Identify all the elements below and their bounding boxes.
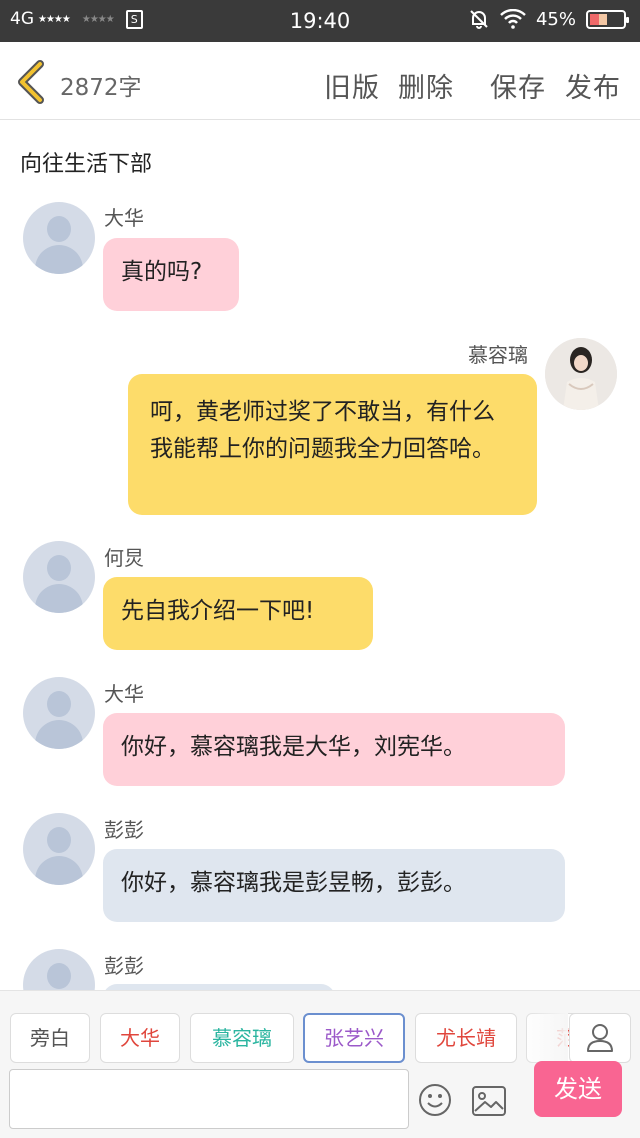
- profile-photo-icon: [545, 338, 617, 410]
- speaker-name: 大华: [104, 206, 144, 230]
- message-bubble[interactable]: 你好，慕容璃我是彭昱畅，彭彭。: [103, 849, 565, 922]
- publish-button[interactable]: 发布: [565, 66, 621, 105]
- person-icon: [587, 1024, 613, 1052]
- app-screen: 4G ★★★★ ★★★★ S 19:40 45% 2872字 旧版 删除 保存 …: [0, 0, 640, 1138]
- editor-header: 2872字 旧版 删除 保存 发布: [0, 42, 640, 120]
- message-input[interactable]: [9, 1069, 409, 1129]
- wifi-icon: [500, 9, 526, 29]
- avatar[interactable]: [23, 813, 95, 885]
- avatar[interactable]: [23, 541, 95, 613]
- battery-icon: [586, 9, 629, 29]
- chat-list[interactable]: 大华 真的吗? 慕容璃 呵，黄老师过奖了不敢当，有什么我能帮上你的问题我全力回答…: [0, 196, 640, 990]
- avatar[interactable]: [23, 202, 95, 274]
- document-title[interactable]: 向往生活下部: [20, 146, 152, 178]
- speaker-name: 彭彭: [104, 954, 144, 978]
- message-bubble[interactable]: 呵，黄老师过奖了不敢当，有什么我能帮上你的问题我全力回答哈。: [128, 374, 537, 515]
- role-chip-zhangyixing[interactable]: 张艺兴: [303, 1013, 405, 1063]
- avatar[interactable]: [23, 677, 95, 749]
- mute-bell-icon: [470, 10, 488, 29]
- message-bubble[interactable]: 先自我介绍一下吧!: [103, 577, 373, 650]
- back-chevron-icon[interactable]: [14, 60, 50, 104]
- role-chip-murongli[interactable]: 慕容璃: [190, 1013, 294, 1063]
- emoji-icon[interactable]: [418, 1083, 452, 1117]
- battery-percent: 45%: [535, 8, 576, 30]
- avatar-photo[interactable]: [545, 338, 617, 410]
- message-bubble[interactable]: 真的吗?: [103, 238, 239, 311]
- save-button[interactable]: 保存: [490, 66, 546, 105]
- role-scroll-fade: [520, 1009, 568, 1069]
- composer: 旁白 大华 慕容璃 张艺兴 尤长靖 范 发送: [0, 990, 640, 1138]
- speaker-name: 大华: [104, 682, 144, 706]
- message-bubble[interactable]: 你好，慕容璃我是大华，刘宪华。: [103, 713, 565, 786]
- word-count: 2872字: [60, 75, 142, 101]
- old-version-button[interactable]: 旧版: [324, 66, 380, 105]
- role-manage-button[interactable]: [569, 1013, 631, 1063]
- delete-button[interactable]: 删除: [398, 66, 454, 105]
- image-icon[interactable]: [472, 1086, 506, 1116]
- role-chip-narrator[interactable]: 旁白: [10, 1013, 90, 1063]
- speaker-name: 何炅: [104, 546, 144, 570]
- role-chip-dahua[interactable]: 大华: [100, 1013, 180, 1063]
- speaker-name: 慕容璃: [468, 343, 528, 367]
- avatar[interactable]: [23, 949, 95, 990]
- send-button[interactable]: 发送: [534, 1061, 622, 1117]
- status-bar: 4G ★★★★ ★★★★ S 19:40 45%: [0, 0, 640, 42]
- speaker-name: 彭彭: [104, 818, 144, 842]
- role-chip-youzhangjing[interactable]: 尤长靖: [415, 1013, 517, 1063]
